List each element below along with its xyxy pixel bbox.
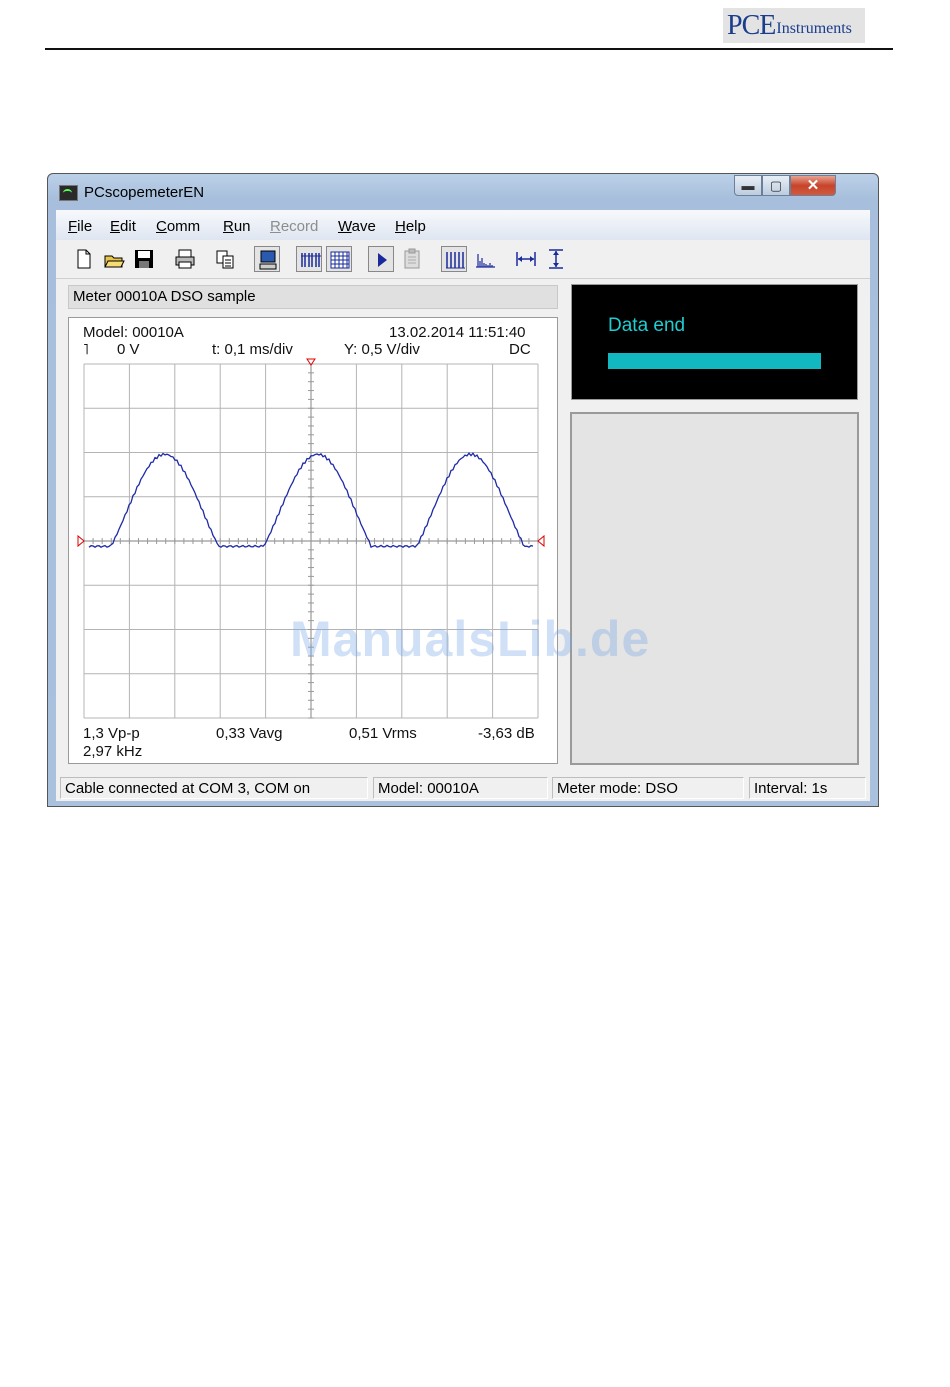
status-model: Model: 00010A bbox=[373, 777, 548, 799]
info-panel bbox=[570, 412, 859, 765]
toolbar bbox=[56, 240, 870, 279]
timebase-setting: t: 0,1 ms/div bbox=[212, 341, 293, 358]
menu-record[interactable]: Record bbox=[270, 218, 318, 235]
save-icon[interactable] bbox=[131, 246, 157, 272]
logo-text: Instruments bbox=[776, 19, 852, 37]
trigger-level: 0 V bbox=[117, 341, 140, 358]
ground-level-marker-left bbox=[77, 534, 85, 548]
print-icon[interactable] bbox=[172, 246, 198, 272]
title-bar[interactable]: PCscopemeterEN ▬ ▢ ✕ bbox=[48, 174, 878, 210]
header-rule bbox=[45, 48, 893, 50]
client-area: File Edit Comm Run Record Wave Help Mete… bbox=[56, 210, 870, 801]
menu-comm[interactable]: Comm bbox=[156, 218, 200, 235]
scope-app-icon[interactable] bbox=[59, 185, 78, 201]
status-display: Data end bbox=[571, 284, 858, 400]
vertical-setting: Y: 0,5 V/div bbox=[344, 341, 420, 358]
new-icon[interactable] bbox=[71, 246, 97, 272]
status-interval: Interval: 1s bbox=[749, 777, 866, 799]
copy-icon[interactable] bbox=[212, 246, 238, 272]
minimize-button[interactable]: ▬ bbox=[734, 175, 762, 196]
scope-datetime: 13.02.2014 11:51:40 bbox=[389, 324, 526, 341]
oscilloscope-grid bbox=[77, 358, 545, 719]
status-text: Data end bbox=[608, 315, 686, 336]
logo-mark: PCE bbox=[727, 9, 776, 41]
trigger-edge-icon: ˥ bbox=[83, 341, 89, 358]
menu-bar: File Edit Comm Run Record Wave Help bbox=[56, 210, 870, 240]
status-mode: Meter mode: DSO bbox=[552, 777, 744, 799]
menu-file[interactable]: File bbox=[68, 218, 92, 235]
menu-run[interactable]: Run bbox=[223, 218, 251, 235]
window-title: PCscopemeterEN bbox=[84, 184, 205, 201]
maximize-button[interactable]: ▢ bbox=[762, 175, 790, 196]
play-icon[interactable] bbox=[368, 246, 394, 272]
progress-bar bbox=[608, 353, 821, 369]
computer-icon[interactable] bbox=[254, 246, 280, 272]
horizontal-measure-icon[interactable] bbox=[513, 246, 539, 272]
watermark: ManualsLib.de bbox=[290, 611, 651, 667]
measurement-db: -3,63 dB bbox=[478, 725, 535, 742]
coupling-setting: DC bbox=[509, 341, 531, 358]
open-icon[interactable] bbox=[101, 246, 127, 272]
histogram-icon[interactable] bbox=[472, 246, 498, 272]
pce-instruments-logo: PCE Instruments bbox=[723, 8, 865, 43]
close-button[interactable]: ✕ bbox=[790, 175, 836, 196]
bars-icon[interactable] bbox=[296, 246, 322, 272]
clipboard-icon[interactable] bbox=[399, 246, 425, 272]
measurement-vavg: 0,33 Vavg bbox=[216, 725, 283, 742]
status-connection: Cable connected at COM 3, COM on bbox=[60, 777, 368, 799]
measurement-frequency: 2,97 kHz bbox=[83, 743, 143, 760]
vertical-measure-icon[interactable] bbox=[543, 246, 569, 272]
menu-help[interactable]: Help bbox=[395, 218, 426, 235]
oscilloscope-display: Model: 00010A 13.02.2014 11:51:40 ˥ 0 V … bbox=[68, 317, 558, 764]
app-window: PCscopemeterEN ▬ ▢ ✕ File Edit Comm Run … bbox=[47, 173, 879, 807]
scope-model: Model: 00010A bbox=[83, 324, 184, 341]
menu-edit[interactable]: Edit bbox=[110, 218, 136, 235]
waveform-icon[interactable] bbox=[441, 246, 467, 272]
status-bar: Cable connected at COM 3, COM on Model: … bbox=[56, 774, 870, 801]
grid-icon[interactable] bbox=[326, 246, 352, 272]
scope-title-field[interactable]: Meter 00010A DSO sample bbox=[68, 285, 558, 309]
ground-level-marker-right bbox=[537, 534, 545, 548]
menu-wave[interactable]: Wave bbox=[338, 218, 376, 235]
measurement-vpp: 1,3 Vp-p bbox=[83, 725, 140, 742]
measurement-vrms: 0,51 Vrms bbox=[349, 725, 417, 742]
